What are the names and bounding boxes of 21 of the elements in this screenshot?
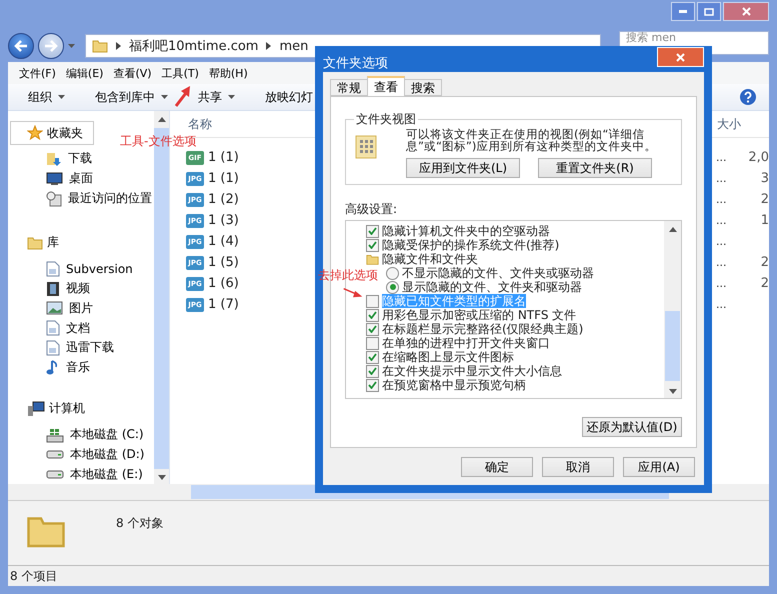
table-cell-text: 3: [760, 171, 769, 186]
table-cell-text: ...: [716, 235, 728, 248]
description: 可以将该文件夹正在使用的视图(例如“详细信息”或“图标”)应用到所有这种类型的文件夹中。: [406, 128, 658, 152]
table-cell-text: 1: [760, 213, 769, 228]
dialog-title: 文件夹选项: [323, 55, 388, 72]
table-cell-text: 2: [760, 276, 769, 291]
table-cell-text: ...: [716, 298, 728, 311]
table-cell-text: ...: [716, 151, 728, 164]
table-cell-text: 2: [760, 192, 769, 207]
table-cell-text: ...: [716, 172, 728, 185]
table-cell-text: ...: [716, 277, 728, 290]
table-cell-text: ...: [716, 256, 728, 269]
status-text: 8 个项目: [10, 568, 58, 584]
group-title: 文件夹视图: [355, 111, 417, 128]
section-label: 高级设置:: [345, 201, 398, 218]
table-cell-text: ...: [716, 214, 728, 227]
table-cell-text: 2,0: [747, 150, 769, 165]
table-cell-text: ...: [716, 193, 728, 206]
annotation: 工具-文件选项: [120, 133, 196, 150]
table-cell-text: 2: [760, 255, 769, 270]
item-count: 8 个对象: [116, 515, 164, 532]
